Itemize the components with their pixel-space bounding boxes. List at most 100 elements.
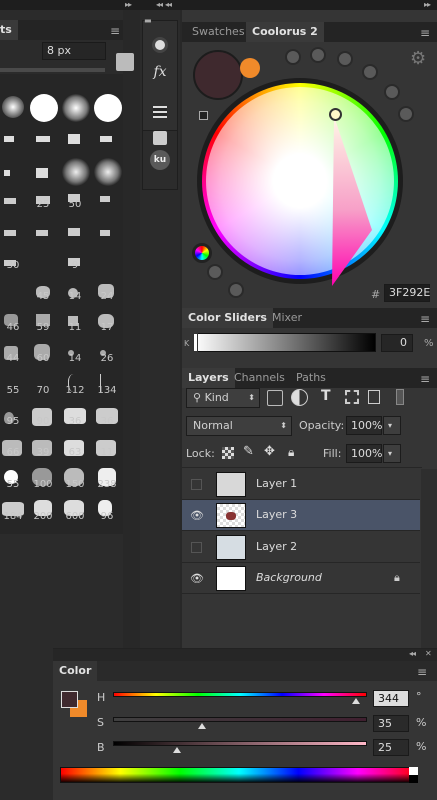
layer-row-layer-1[interactable]: Layer 1 <box>182 469 420 500</box>
k-value-field[interactable]: 0 <box>381 334 413 352</box>
lock-all-icon[interactable]: 🔒︎ <box>288 445 294 460</box>
lock-pixels-icon[interactable]: ✎ <box>243 444 254 459</box>
panel-menu-icon[interactable]: ≡ <box>110 24 120 38</box>
settings-gear-icon[interactable]: ⚙ <box>410 48 426 69</box>
size-slider[interactable] <box>0 68 105 72</box>
tab-paths[interactable]: Paths <box>290 368 332 388</box>
brush-tip[interactable] <box>4 230 16 236</box>
lock-position-icon[interactable]: ✥ <box>264 444 275 459</box>
brush-tip[interactable] <box>4 198 16 204</box>
harmony-mode-icon[interactable] <box>398 106 414 122</box>
color-mode-icon[interactable] <box>192 243 212 263</box>
collapse-tools-icon[interactable]: ◂◂ <box>156 0 163 9</box>
tab-swatches[interactable]: Swatches <box>186 22 251 42</box>
color-triangle[interactable] <box>300 110 380 290</box>
brush-tip[interactable] <box>62 158 90 186</box>
tab-color[interactable]: Color <box>53 661 98 681</box>
eyedropper-icon[interactable] <box>228 282 244 298</box>
white-swatch[interactable] <box>409 767 418 775</box>
harmony-mode-icon[interactable] <box>362 64 378 80</box>
color-spectrum-ramp[interactable] <box>60 767 418 783</box>
filter-pixel-icon[interactable] <box>267 390 283 406</box>
brush-tip[interactable] <box>36 168 48 178</box>
brush-tip[interactable] <box>100 230 110 236</box>
foreground-color-swatch[interactable] <box>193 50 243 100</box>
brush-tip[interactable] <box>68 134 80 144</box>
filter-type-icon[interactable]: T <box>321 388 331 404</box>
tab-layers[interactable]: Layers <box>182 368 235 388</box>
layer-row-layer-3[interactable]: 👁︎ Layer 3 <box>182 500 420 531</box>
hue-value-field[interactable]: 344 <box>373 690 409 707</box>
brightness-slider-thumb[interactable] <box>172 747 181 753</box>
eye-icon[interactable]: 👁︎ <box>190 509 204 522</box>
layer-name[interactable]: Layer 3 <box>256 508 297 521</box>
harmony-mode-icon[interactable] <box>337 51 353 67</box>
eye-icon[interactable]: 👁︎ <box>190 572 204 585</box>
default-colors-icon[interactable] <box>199 111 208 120</box>
brush-tip[interactable] <box>100 136 112 142</box>
brush-tip[interactable] <box>4 136 14 142</box>
filter-smart-object-icon[interactable] <box>368 390 380 404</box>
kuler-icon[interactable]: ku <box>146 150 174 172</box>
panel-menu-icon[interactable]: ≡ <box>420 26 430 40</box>
panel-menu-icon[interactable]: ≡ <box>420 312 430 326</box>
layer-name[interactable]: Background <box>256 571 322 584</box>
layer-row-layer-2[interactable]: Layer 2 <box>182 532 420 563</box>
tab-color-sliders[interactable]: Color Sliders <box>182 308 273 328</box>
clone-source-icon[interactable] <box>146 128 174 150</box>
saturation-slider[interactable] <box>113 717 367 722</box>
visibility-toggle-off[interactable] <box>191 479 202 490</box>
opacity-dropdown-arrow[interactable]: ▾ <box>383 416 401 435</box>
brightness-value-field[interactable]: 25 <box>373 739 409 756</box>
layer-comp-icon[interactable] <box>146 102 174 124</box>
brush-tip[interactable] <box>94 94 122 122</box>
hue-slider[interactable] <box>113 692 367 697</box>
saturation-value-field[interactable]: 35 <box>373 715 409 732</box>
black-swatch[interactable] <box>409 775 418 783</box>
collapse-right-icon[interactable]: ▸▸ <box>424 0 431 9</box>
saturation-slider-thumb[interactable] <box>197 723 206 729</box>
panel-menu-icon[interactable]: ≡ <box>420 372 430 386</box>
brush-tip[interactable] <box>100 196 110 202</box>
kind-filter-dropdown[interactable]: ⚲ Kind ⬍ <box>186 388 260 408</box>
opacity-field[interactable]: 100% <box>346 416 382 435</box>
background-color-swatch[interactable] <box>240 58 260 78</box>
hex-value-field[interactable]: 3F292E <box>384 284 430 302</box>
brush-tip[interactable] <box>36 136 50 142</box>
filter-adjustment-icon[interactable] <box>291 389 308 406</box>
collapse-left-icon[interactable]: ▸▸ <box>125 0 132 9</box>
fx-icon[interactable]: fx <box>146 64 174 86</box>
brush-tip[interactable] <box>30 94 58 122</box>
brush-preset-icon[interactable] <box>146 34 174 56</box>
fill-field[interactable]: 100% <box>346 444 382 463</box>
collapse-icon[interactable]: ◂◂ <box>409 649 416 658</box>
collapse-mid-icon[interactable]: ◂◂ <box>165 0 172 9</box>
filter-toggle-switch[interactable] <box>396 389 404 405</box>
brightness-slider[interactable] <box>113 741 367 746</box>
layer-name[interactable]: Layer 2 <box>256 540 297 553</box>
blend-mode-dropdown[interactable]: Normal ⬍ <box>186 416 292 436</box>
lock-transparent-icon[interactable] <box>222 447 234 459</box>
k-slider[interactable] <box>193 333 376 352</box>
harmony-mode-icon[interactable] <box>310 47 326 63</box>
brush-tip[interactable] <box>94 158 122 186</box>
hue-marker[interactable] <box>329 108 342 121</box>
brush-tip[interactable] <box>2 96 24 118</box>
panel-menu-icon[interactable]: ≡ <box>417 665 427 679</box>
brush-size-field[interactable]: 8 px <box>42 42 106 60</box>
tab-brush-presets[interactable]: ts <box>0 20 18 40</box>
tab-coolorus[interactable]: Coolorus 2 <box>246 22 324 42</box>
harmony-mode-icon[interactable] <box>384 84 400 100</box>
layers-scrollbar[interactable] <box>421 469 437 650</box>
wheel-option-icon[interactable] <box>207 264 223 280</box>
brush-tip[interactable] <box>36 230 48 236</box>
k-slider-thumb[interactable] <box>193 333 198 352</box>
tab-mixer[interactable]: Mixer <box>266 308 308 328</box>
brush-tip[interactable] <box>62 94 90 122</box>
close-icon[interactable]: ✕ <box>425 649 432 658</box>
tab-channels[interactable]: Channels <box>228 368 291 388</box>
brush-tip[interactable] <box>68 228 80 236</box>
filter-shape-icon[interactable] <box>345 390 359 404</box>
layer-row-background[interactable]: 👁︎ Background 🔒︎ <box>182 563 420 594</box>
foreground-swatch[interactable] <box>61 691 78 708</box>
